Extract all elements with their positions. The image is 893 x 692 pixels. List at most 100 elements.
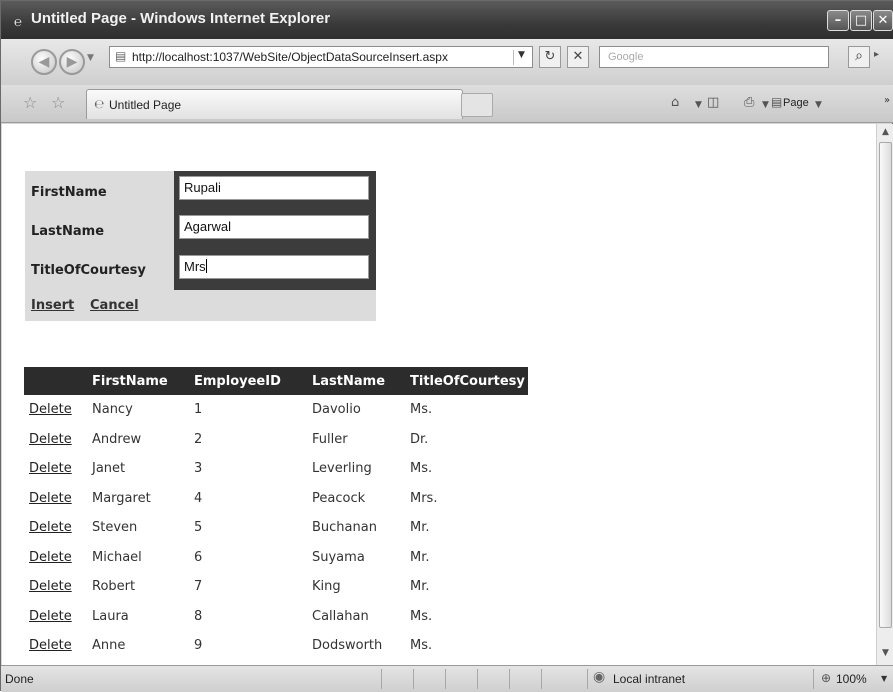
cell-title: Mrs. — [410, 490, 438, 506]
cell-firstname: Anne — [92, 638, 126, 654]
lastname-label: LastName — [31, 224, 105, 239]
vertical-scrollbar[interactable]: ▲ ▼ — [876, 124, 893, 665]
tab-active[interactable]: ℮ Untitled Page — [86, 89, 463, 119]
delete-link[interactable]: Delete — [24, 543, 89, 573]
cell-lastname: Buchanan — [312, 520, 377, 536]
status-divider — [381, 669, 382, 689]
search-placeholder: Google — [608, 51, 644, 63]
status-divider — [813, 669, 814, 689]
cell-title: Ms. — [410, 638, 433, 654]
cancel-link[interactable]: Cancel — [90, 298, 139, 313]
print-icon[interactable]: ⎙ — [744, 95, 754, 110]
status-divider — [587, 669, 588, 689]
zoom-dropdown-icon[interactable]: ▼ — [881, 674, 887, 683]
firstname-label: FirstName — [31, 185, 107, 200]
employees-grid: FirstName EmployeeID LastName TitleOfCou… — [24, 367, 528, 661]
search-button[interactable]: ⌕ — [848, 46, 870, 68]
address-url[interactable]: http://localhost:1037/WebSite/ObjectData… — [132, 50, 448, 64]
address-bar[interactable]: ▤ http://localhost:1037/WebSite/ObjectDa… — [109, 46, 533, 68]
firstname-input[interactable]: Rupali — [179, 176, 369, 200]
add-favorites-icon[interactable]: ☆ — [51, 93, 65, 112]
cell-employeeid: 8 — [194, 608, 203, 624]
delete-link[interactable]: Delete — [24, 484, 89, 514]
cell-employeeid: 3 — [194, 461, 203, 477]
window-title: Untitled Page - Windows Internet Explore… — [31, 10, 331, 27]
maximize-button[interactable]: □ — [850, 10, 872, 31]
cell-firstname: Michael — [92, 549, 142, 565]
zoom-level[interactable]: 100% — [836, 672, 867, 686]
title-bar: ℮ Untitled Page - Windows Internet Explo… — [1, 1, 893, 39]
scroll-up-icon[interactable]: ▲ — [880, 127, 891, 137]
feeds-icon[interactable]: ◫ — [707, 95, 719, 110]
intranet-zone-icon: ◉ — [593, 669, 606, 685]
table-row: Delete Laura 8 Callahan Ms. — [24, 602, 528, 632]
favorites-star-icon[interactable]: ☆ — [23, 93, 37, 112]
delete-link[interactable]: Delete — [24, 425, 89, 455]
cell-employeeid: 5 — [194, 520, 203, 536]
tab-title: Untitled Page — [109, 98, 182, 112]
cell-employeeid: 2 — [194, 431, 203, 447]
delete-link[interactable]: Delete — [24, 454, 89, 484]
home-dropdown-icon[interactable]: ▼ — [695, 100, 702, 110]
table-row: Delete Janet 3 Leverling Ms. — [24, 454, 528, 484]
recent-pages-dropdown-icon[interactable]: ▼ — [87, 53, 94, 63]
cell-employeeid: 7 — [194, 579, 203, 595]
minimize-button[interactable]: – — [827, 10, 849, 31]
security-zone[interactable]: Local intranet — [613, 672, 685, 686]
grid-header-row: FirstName EmployeeID LastName TitleOfCou… — [24, 367, 528, 395]
cell-lastname: Peacock — [312, 490, 366, 506]
text-caret — [205, 259, 207, 273]
page-content: FirstName LastName TitleOfCourtesy Rupal… — [2, 124, 876, 665]
cell-employeeid: 4 — [194, 490, 203, 506]
tab-page-icon: ℮ — [94, 97, 105, 111]
table-row: Delete Margaret 4 Peacock Mrs. — [24, 484, 528, 514]
table-row: Delete Nancy 1 Davolio Ms. — [24, 395, 528, 425]
scrollbar-thumb[interactable] — [879, 142, 892, 628]
print-dropdown-icon[interactable]: ▼ — [762, 100, 769, 110]
address-dropdown-icon[interactable]: ▼ — [513, 50, 529, 65]
scroll-down-icon[interactable]: ▼ — [880, 648, 891, 658]
cell-employeeid: 9 — [194, 638, 203, 654]
cell-firstname: Robert — [92, 579, 136, 595]
search-options-icon[interactable]: ▸ — [874, 49, 879, 60]
home-icon[interactable]: ⌂ — [671, 95, 679, 110]
status-divider — [541, 669, 542, 689]
delete-link[interactable]: Delete — [24, 572, 89, 602]
more-commands-icon[interactable]: » — [884, 95, 890, 106]
page-menu-icon[interactable]: ▤ — [771, 95, 782, 109]
cell-lastname: Leverling — [312, 461, 372, 477]
titleofcourtesy-input[interactable]: Mrs — [179, 255, 369, 279]
cell-lastname: Callahan — [312, 608, 369, 624]
zoom-icon[interactable]: ⊕ — [821, 671, 831, 685]
status-divider — [477, 669, 478, 689]
forward-button[interactable]: ▶ — [59, 49, 85, 75]
insert-link[interactable]: Insert — [31, 298, 74, 313]
table-row: Delete Anne 9 Dodsworth Ms. — [24, 631, 528, 661]
search-box[interactable]: Google — [599, 46, 829, 68]
cell-lastname: Fuller — [312, 431, 348, 447]
titleofcourtesy-label: TitleOfCourtesy — [31, 263, 146, 278]
table-row: Delete Michael 6 Suyama Mr. — [24, 543, 528, 573]
page-dropdown-icon[interactable]: ▼ — [815, 100, 822, 110]
delete-link[interactable]: Delete — [24, 513, 89, 543]
insert-form: FirstName LastName TitleOfCourtesy Rupal… — [25, 171, 376, 321]
delete-link[interactable]: Delete — [24, 602, 89, 632]
back-button[interactable]: ◀ — [31, 49, 57, 75]
delete-link[interactable]: Delete — [24, 631, 89, 661]
cell-lastname: Suyama — [312, 549, 365, 565]
cell-title: Ms. — [410, 402, 433, 418]
header-lastname: LastName — [309, 367, 407, 395]
cell-title: Mr. — [410, 579, 430, 595]
new-tab-button[interactable] — [461, 93, 493, 117]
cell-title: Dr. — [410, 431, 429, 447]
refresh-button[interactable]: ↻ — [539, 46, 561, 68]
page-menu-label[interactable]: Page — [783, 97, 809, 109]
status-bar: Done ◉ Local intranet ⊕ 100% ▼ — [1, 665, 893, 692]
delete-link[interactable]: Delete — [24, 395, 89, 425]
lastname-input[interactable]: Agarwal — [179, 215, 369, 239]
cell-title: Ms. — [410, 608, 433, 624]
table-row: Delete Robert 7 King Mr. — [24, 572, 528, 602]
status-divider — [445, 669, 446, 689]
close-button[interactable]: ✕ — [873, 10, 893, 31]
stop-button[interactable]: ✕ — [567, 46, 589, 68]
